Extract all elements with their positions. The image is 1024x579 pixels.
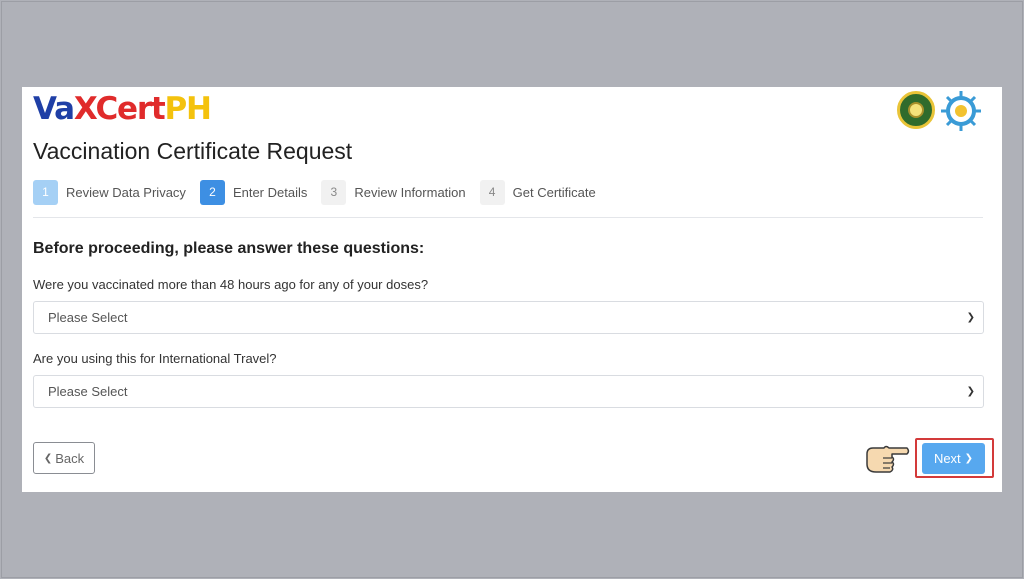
step-label: Review Data Privacy <box>66 184 186 200</box>
next-label: Next <box>933 451 961 466</box>
select-value: Please Select <box>48 384 128 399</box>
step-number: 1 <box>33 179 58 205</box>
questions-heading: Before proceeding, please answer these q… <box>33 240 425 257</box>
select-value: Please Select <box>48 310 128 325</box>
page-title: Vaccination Certificate Request <box>33 138 353 164</box>
step-label: Enter Details <box>232 184 308 200</box>
international-travel-select[interactable]: Please Select ❯ <box>33 375 984 408</box>
step-number: 3 <box>321 179 347 205</box>
step-get-certificate: 4 Get Certificate <box>479 179 596 205</box>
chevron-down-icon: ❯ <box>966 386 975 397</box>
form-card: VaXCertPH Vaccination Certificate Reques… <box>22 87 1002 492</box>
back-label: Back <box>55 450 85 466</box>
pointing-hand-icon <box>866 445 910 473</box>
vaxcertph-logo: VaXCertPH <box>33 91 212 127</box>
progress-stepper: 1 Review Data Privacy 2 Enter Details 3 … <box>33 179 610 205</box>
vaccinated-48h-select[interactable]: Please Select ❯ <box>33 301 984 334</box>
step-number: 4 <box>479 179 505 205</box>
divider <box>33 217 983 218</box>
dict-seal-icon <box>941 91 981 131</box>
step-review-information: 3 Review Information <box>321 179 466 205</box>
step-number: 2 <box>199 179 225 205</box>
chevron-left-icon: ❮ <box>43 452 53 464</box>
step-label: Review Information <box>354 184 466 200</box>
vaccinated-48h-question: Were you vaccinated more than 48 hours a… <box>33 277 429 292</box>
step-review-data-privacy: 1 Review Data Privacy <box>33 179 186 205</box>
back-button[interactable]: ❮ Back <box>33 442 95 474</box>
next-button[interactable]: Next ❯ <box>922 443 985 474</box>
step-label: Get Certificate <box>512 184 596 200</box>
doh-seal-icon <box>897 91 935 129</box>
international-travel-question: Are you using this for International Tra… <box>33 351 277 366</box>
chevron-right-icon: ❯ <box>964 453 974 464</box>
step-enter-details: 2 Enter Details <box>199 179 308 205</box>
chevron-down-icon: ❯ <box>966 312 975 323</box>
